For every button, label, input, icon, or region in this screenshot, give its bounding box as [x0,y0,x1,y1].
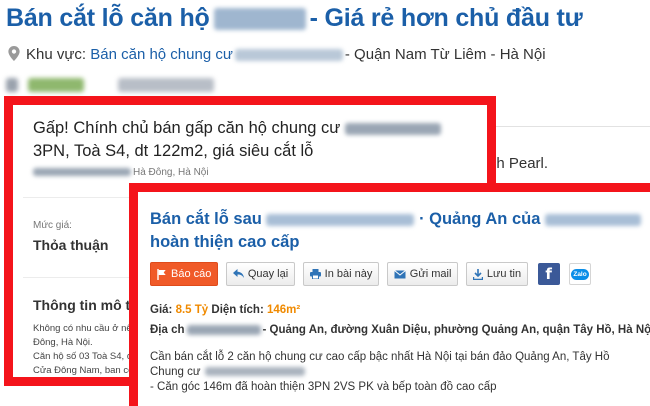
listing-description: Cần bán cắt lỗ 2 căn hộ chung cư cao cấp… [150,350,609,395]
back-button[interactable]: Quay lại [225,262,296,286]
area-location: - Quận Nam Từ Liêm - Hà Nội [344,46,546,63]
zalo-share-icon[interactable]: Zalo [569,263,592,285]
map-pin-icon [8,46,20,61]
action-toolbar: Báo cáo Quay lại In bài này Gửi mail Lưu… [150,262,594,286]
detail-title[interactable]: Bán cắt lỗ sau · Quảng An của hoàn thiện… [150,208,650,254]
download-icon [472,268,483,280]
description-line: Chung cư [150,365,609,380]
area-label: Diện tích: [211,304,264,316]
print-button-label: In bài này [324,268,373,280]
description-line: Cần bán cắt lỗ 2 căn hộ chung cư cao cấp… [150,351,610,363]
listing-title[interactable]: Gấp! Chính chủ bán gấp căn hộ chung cư 3… [33,117,473,163]
detail-title-middle: · Quảng An của [419,210,541,228]
print-button[interactable]: In bài này [302,262,380,286]
mail-icon [393,269,406,278]
description-line: Đông, Hà Nội. [33,337,93,348]
flag-icon [157,268,166,280]
address-label: Địa ch [150,324,185,336]
description-body: Không có nhu cầu ở nên tôi Đông, Hà Nội.… [33,322,143,377]
blurred-address [33,168,131,177]
description-line: Không có nhu cầu ở nên tôi [33,323,143,334]
save-listing-button[interactable]: Lưu tin [465,262,529,286]
description-text: Chung cư [150,366,201,378]
page-title-prefix: Bán cắt lỗ căn hộ [6,4,210,32]
back-button-label: Quay lại [247,268,289,280]
page-title: Bán cắt lỗ căn hộ - Giá rẻ hơn chủ đầu tư [6,4,583,33]
description-heading: Thông tin mô tả [33,297,138,313]
blurred-project-name [266,213,415,226]
area-value: 146m² [266,304,301,316]
area-breadcrumb: Khu vực: Bán căn hộ chung cư - Quận Nam T… [8,46,546,63]
blurred-address [186,324,261,335]
area-label: Khu vực: [26,46,87,63]
divider [495,126,650,127]
report-button[interactable]: Báo cáo [150,262,219,286]
report-button-label: Báo cáo [171,268,212,280]
price-label: Giá: [150,304,173,316]
printer-icon [309,269,321,279]
description-line: - Căn góc 146m đã hoàn thiện 3PN 2VS PK … [150,381,497,393]
save-listing-button-label: Lưu tin [486,268,522,280]
address-text: - Quảng An, đường Xuân Diệu, phường Quản… [262,324,650,336]
blurred-area-project [234,49,343,62]
blurred-project-name [204,367,305,377]
blurred-developer-name [544,213,641,226]
send-mail-button[interactable]: Gửi mail [386,262,459,286]
price-area-row: Giá: 8.5 Tỷ Diện tích: 146m² [150,304,300,316]
facebook-share-icon[interactable]: f [537,263,560,285]
blurred-price-row [6,76,216,92]
background-description-snippet: nh Pearl. [488,155,549,172]
detail-title-prefix: Bán cắt lỗ sau [150,210,262,228]
listing-title-line1: Gấp! Chính chủ bán gấp căn hộ chung cư [33,119,341,137]
listing-location: Hà Đông, Hà Nội [33,167,209,178]
blurred-project-name [213,8,306,31]
back-arrow-icon [232,269,244,278]
listing-title-line2: 3PN, Toà S4, dt 122m2, giá siêu cắt lỗ [33,142,314,160]
detail-title-line2: hoàn thiện cao cấp [150,233,300,251]
price-label: Mức giá: [33,220,72,231]
zalo-label: Zalo [571,268,589,280]
page-title-suffix: - Giá rẻ hơn chủ đầu tư [309,4,583,32]
blurred-project-name [344,122,441,135]
area-category-link[interactable]: Bán căn hộ chung cư [90,46,233,63]
send-mail-button-label: Gửi mail [409,268,452,280]
detail-card-highlight: Bán cắt lỗ sau · Quảng An của hoàn thiện… [129,183,650,406]
price-value: 8.5 Tỷ [175,304,209,316]
description-line: Căn hộ số 03 Toà S4, diện [33,351,143,362]
price-value: Thỏa thuận [33,237,109,253]
listing-location-suffix: Hà Đông, Hà Nội [133,167,209,178]
description-line: Cửa Đông Nam, ban công [33,365,143,376]
address-row: Địa ch - Quảng An, đường Xuân Diệu, phườn… [150,324,650,336]
